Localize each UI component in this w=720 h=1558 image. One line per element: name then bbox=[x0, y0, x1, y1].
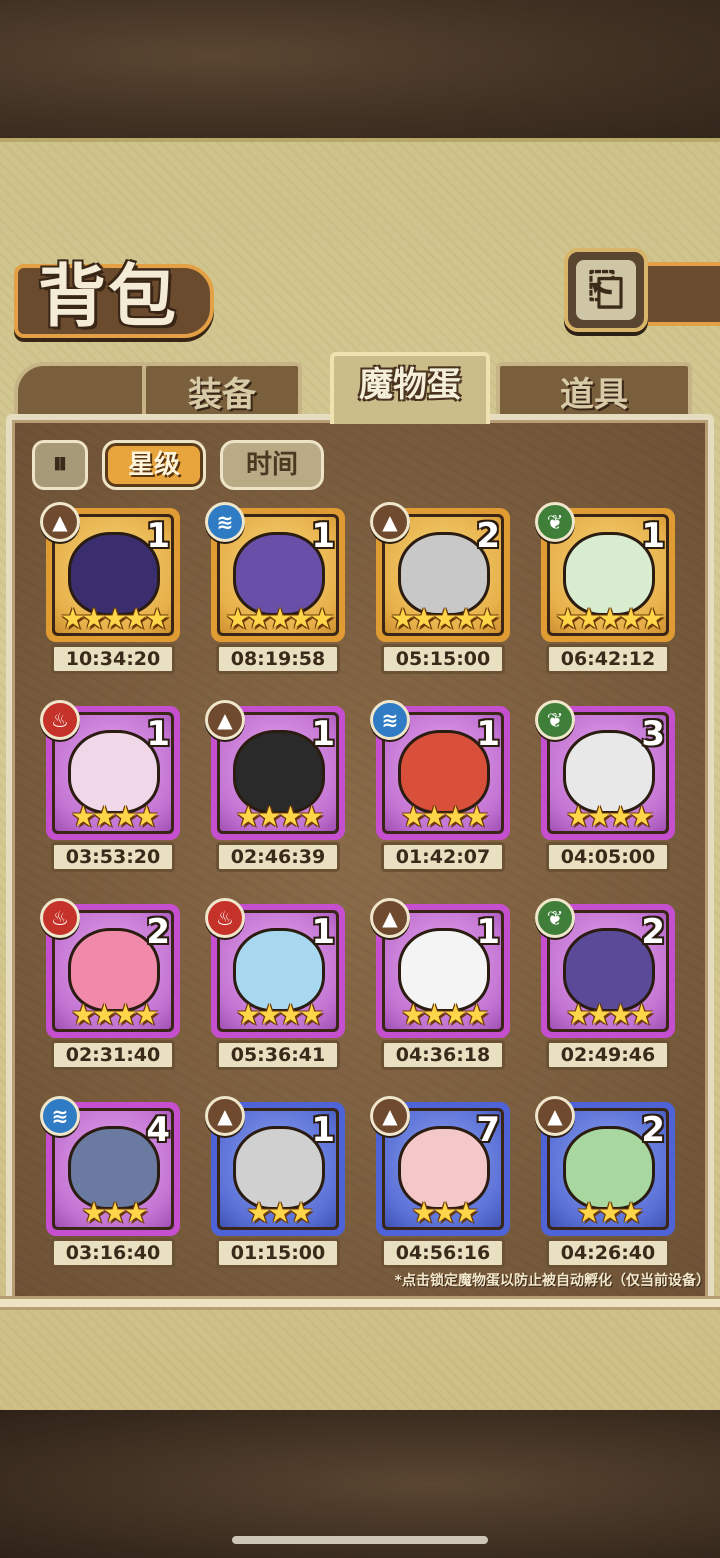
hatch-timer: 03:53:20 bbox=[51, 842, 175, 872]
egg-count: 1 bbox=[146, 516, 170, 556]
egg-count: 2 bbox=[146, 912, 170, 952]
grass-element-icon: ❦ bbox=[535, 700, 575, 740]
egg-count: 1 bbox=[146, 714, 170, 754]
egg-count: 2 bbox=[641, 912, 665, 952]
hatch-timer: 01:15:00 bbox=[216, 1238, 340, 1268]
water-element-icon: ≋ bbox=[370, 700, 410, 740]
earth-element-icon: ▲ bbox=[370, 502, 410, 542]
earth-element-icon: ▲ bbox=[40, 502, 80, 542]
fire-element-icon: ♨ bbox=[205, 898, 245, 938]
egg-star-rating: ★★★★★ bbox=[555, 602, 665, 635]
earth-element-icon: ▲ bbox=[205, 700, 245, 740]
earth-element-icon: ▲ bbox=[535, 1096, 575, 1136]
grass-element-icon: ❦ bbox=[535, 898, 575, 938]
page-title: 背包 bbox=[38, 257, 179, 337]
egg-count: 1 bbox=[311, 516, 335, 556]
hatch-timer: 02:46:39 bbox=[216, 842, 340, 872]
fire-element-icon: ♨ bbox=[40, 700, 80, 740]
egg-star-rating: ★★★★ bbox=[70, 800, 159, 833]
hatch-timer: 04:05:00 bbox=[546, 842, 670, 872]
hatch-timer: 02:49:46 bbox=[546, 1040, 670, 1070]
hatch-timer: 04:36:18 bbox=[381, 1040, 505, 1070]
egg-count: 3 bbox=[641, 714, 665, 754]
egg-count: 2 bbox=[641, 1110, 665, 1150]
egg-star-rating: ★★★★ bbox=[235, 800, 324, 833]
egg-star-rating: ★★★ bbox=[81, 1196, 148, 1229]
hatch-timer: 05:36:41 bbox=[216, 1040, 340, 1070]
egg-star-rating: ★★★★ bbox=[70, 998, 159, 1031]
egg-count: 2 bbox=[476, 516, 500, 556]
egg-star-rating: ★★★ bbox=[411, 1196, 478, 1229]
water-element-icon: ≋ bbox=[40, 1096, 80, 1136]
egg-star-rating: ★★★★★ bbox=[60, 602, 170, 635]
tab-bar-left-cap bbox=[14, 362, 144, 418]
egg-star-rating: ★★★★★ bbox=[390, 602, 500, 635]
water-element-icon: ≋ bbox=[205, 502, 245, 542]
egg-star-rating: ★★★★ bbox=[235, 998, 324, 1031]
back-arrow-icon: ⎗ bbox=[576, 260, 636, 320]
back-button-tail bbox=[640, 262, 720, 326]
egg-star-rating: ★★★★ bbox=[565, 800, 654, 833]
egg-star-rating: ★★★★ bbox=[400, 998, 489, 1031]
hatch-timer: 02:31:40 bbox=[51, 1040, 175, 1070]
egg-count: 1 bbox=[476, 714, 500, 754]
fire-element-icon: ♨ bbox=[40, 898, 80, 938]
egg-count: 4 bbox=[146, 1110, 170, 1150]
earth-element-icon: ▲ bbox=[205, 1096, 245, 1136]
sort-order-toggle[interactable]: ⏸ bbox=[32, 440, 88, 490]
hatch-timer: 04:26:40 bbox=[546, 1238, 670, 1268]
hatch-timer: 01:42:07 bbox=[381, 842, 505, 872]
earth-element-icon: ▲ bbox=[370, 1096, 410, 1136]
panel-bottom-rail bbox=[0, 1296, 720, 1310]
egg-star-rating: ★★★ bbox=[246, 1196, 313, 1229]
egg-count: 1 bbox=[311, 714, 335, 754]
egg-count: 1 bbox=[476, 912, 500, 952]
lock-hint-footnote: *点击锁定魔物蛋以防止被自动孵化（仅当前设备） bbox=[394, 1273, 710, 1289]
hatch-timer: 05:15:00 bbox=[381, 644, 505, 674]
egg-count: 1 bbox=[311, 1110, 335, 1150]
hatch-timer: 10:34:20 bbox=[51, 644, 175, 674]
tab-monster-eggs[interactable]: 魔物蛋 bbox=[330, 352, 490, 424]
hatch-timer: 04:56:16 bbox=[381, 1238, 505, 1268]
egg-star-rating: ★★★ bbox=[576, 1196, 643, 1229]
home-indicator[interactable] bbox=[232, 1536, 488, 1544]
back-button[interactable]: ⎗ bbox=[564, 248, 648, 332]
egg-star-rating: ★★★★ bbox=[565, 998, 654, 1031]
hatch-timer: 03:16:40 bbox=[51, 1238, 175, 1268]
egg-star-rating: ★★★★★ bbox=[225, 602, 335, 635]
hatch-timer: 08:19:58 bbox=[216, 644, 340, 674]
grass-element-icon: ❦ bbox=[535, 502, 575, 542]
egg-count: 1 bbox=[311, 912, 335, 952]
earth-element-icon: ▲ bbox=[370, 898, 410, 938]
filter-time-button[interactable]: 时间 bbox=[220, 440, 324, 490]
egg-count: 1 bbox=[641, 516, 665, 556]
egg-star-rating: ★★★★ bbox=[400, 800, 489, 833]
egg-count: 7 bbox=[476, 1110, 500, 1150]
filter-star-button[interactable]: 星级 bbox=[102, 440, 206, 490]
top-backdrop bbox=[0, 0, 720, 140]
hatch-timer: 06:42:12 bbox=[546, 644, 670, 674]
